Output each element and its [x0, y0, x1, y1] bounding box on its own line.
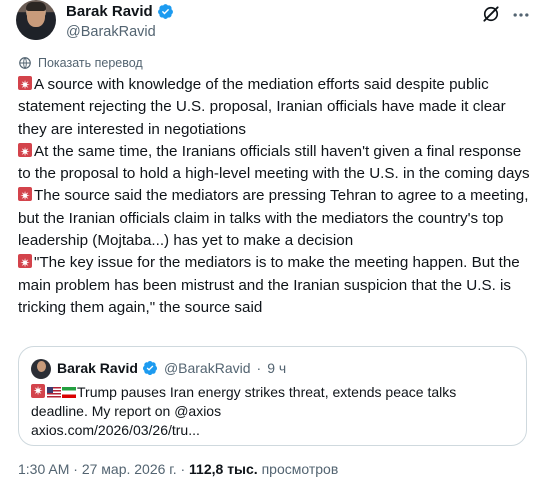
red-star-emoji-icon — [31, 382, 45, 401]
quoted-tweet[interactable]: Barak Ravid @BarakRavid · 9 ч Trump paus… — [18, 346, 527, 446]
tweet-paragraph: At the same time, the Iranians officials… — [18, 141, 533, 186]
quoted-author-avatar[interactable] — [31, 359, 51, 379]
tweet-time[interactable]: 1:30 AM — [18, 461, 69, 477]
quoted-tweet-text: Trump pauses Iran energy strikes threat,… — [31, 382, 511, 440]
author-name[interactable]: Barak Ravid — [66, 3, 153, 20]
meta-separator: · — [180, 461, 186, 477]
tweet-paragraph: The source said the mediators are pressi… — [18, 185, 533, 252]
red-star-emoji-icon — [18, 74, 32, 96]
views-label: просмотров — [261, 461, 339, 477]
tweet-text: A source with knowledge of the mediation… — [18, 74, 533, 319]
quoted-tweet-header: Barak Ravid @BarakRavid · 9 ч — [57, 360, 286, 376]
views-count: 112,8 тыс. — [189, 461, 258, 477]
show-translation-link[interactable]: Показать перевод — [18, 56, 143, 70]
red-star-emoji-icon — [18, 141, 32, 163]
quoted-timestamp[interactable]: 9 ч — [267, 360, 286, 376]
red-star-emoji-icon — [18, 185, 32, 208]
meta-separator: · — [73, 461, 78, 477]
tweet-paragraph: "The key issue for the mediators is to m… — [18, 252, 533, 319]
tweet-paragraph: A source with knowledge of the mediation… — [18, 74, 533, 141]
verified-badge-icon — [142, 361, 157, 375]
iran-flag-icon — [62, 387, 76, 398]
quoted-text: Trump pauses Iran energy strikes threat,… — [31, 384, 457, 419]
red-star-emoji-icon — [18, 252, 32, 275]
grok-icon[interactable] — [481, 4, 501, 24]
show-translation-label[interactable]: Показать перевод — [38, 56, 143, 70]
globe-icon — [19, 57, 31, 69]
tweet-date[interactable]: 27 мар. 2026 г. — [82, 461, 177, 477]
tweet: Barak Ravid @BarakRavid Показать перевод… — [0, 0, 549, 492]
quoted-author-name[interactable]: Barak Ravid — [57, 360, 138, 376]
quoted-separator: · — [256, 360, 262, 376]
verified-badge-icon — [157, 4, 173, 19]
quoted-link[interactable]: axios.com/2026/03/26/tru... — [31, 422, 200, 438]
more-options-icon[interactable] — [510, 5, 532, 25]
us-flag-icon — [47, 387, 61, 398]
author-name-row[interactable]: Barak Ravid — [66, 3, 174, 20]
quoted-author-handle[interactable]: @BarakRavid — [164, 360, 251, 376]
author-avatar[interactable] — [16, 0, 56, 40]
author-handle[interactable]: @BarakRavid — [66, 24, 156, 40]
tweet-meta: 1:30 AM · 27 мар. 2026 г. · 112,8 тыс. п… — [18, 461, 338, 477]
